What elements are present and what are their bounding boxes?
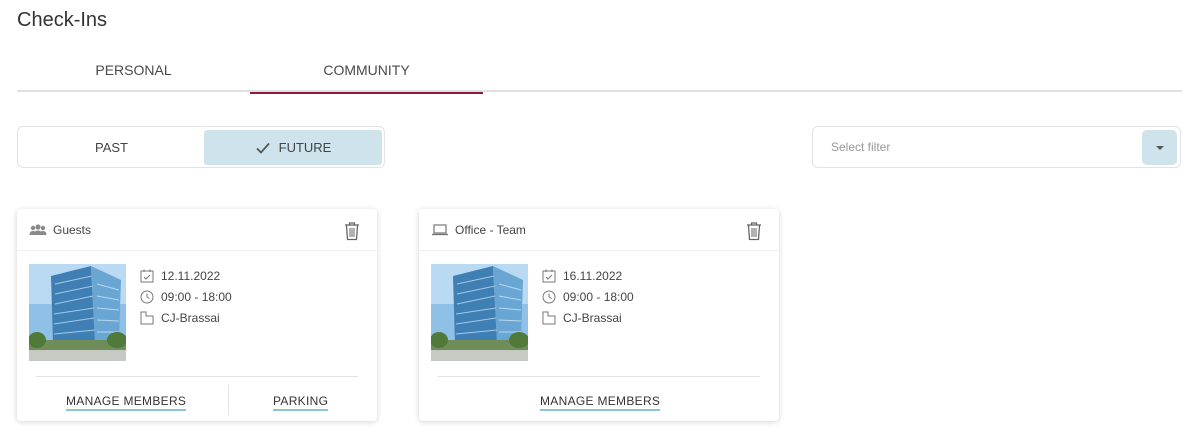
- filter-placeholder: Select filter: [831, 140, 891, 154]
- clock-icon: [542, 290, 556, 303]
- card-title: Office - Team: [455, 223, 526, 237]
- tab-personal[interactable]: PERSONAL: [17, 52, 250, 92]
- date-text: 16.11.2022: [563, 268, 623, 283]
- check-icon: [256, 142, 270, 154]
- calendar-check-icon: [140, 269, 154, 282]
- building-image: [431, 264, 528, 361]
- card-divider: [438, 376, 760, 377]
- caret-down-icon: [1155, 145, 1164, 150]
- time-toggle: PAST FUTURE: [17, 126, 385, 168]
- location-row: CJ-Brassai: [542, 307, 634, 328]
- card-divider: [36, 376, 358, 377]
- future-label: FUTURE: [278, 140, 332, 155]
- group-icon: [29, 224, 47, 235]
- parking-button[interactable]: PARKING: [273, 394, 329, 411]
- future-button[interactable]: FUTURE: [204, 130, 382, 165]
- tab-bar: PERSONAL COMMUNITY: [17, 52, 1182, 94]
- manage-members-button[interactable]: MANAGE MEMBERS: [66, 394, 187, 411]
- time-text: 09:00 - 18:00: [563, 289, 634, 304]
- time-row: 09:00 - 18:00: [140, 286, 232, 307]
- past-label: PAST: [95, 140, 128, 155]
- page-title: Check-Ins: [17, 9, 108, 31]
- card-details: 12.11.2022 09:00 - 18:00 CJ-Brassai: [140, 265, 232, 328]
- action-divider: [228, 385, 229, 415]
- tab-community[interactable]: COMMUNITY: [250, 52, 483, 94]
- checkin-card: Guests 12.11.2022 09:00 - 18:00 CJ-Brass…: [17, 209, 377, 421]
- past-button[interactable]: PAST: [21, 130, 202, 165]
- card-details: 16.11.2022 09:00 - 18:00 CJ-Brassai: [542, 265, 634, 328]
- date-text: 12.11.2022: [161, 268, 221, 283]
- floor-plan-icon: [542, 311, 556, 324]
- clock-icon: [140, 290, 154, 303]
- date-row: 12.11.2022: [140, 265, 232, 286]
- card-header: Office - Team: [419, 209, 779, 251]
- time-text: 09:00 - 18:00: [161, 289, 232, 304]
- card-header: Guests: [17, 209, 377, 251]
- location-text: CJ-Brassai: [161, 310, 220, 325]
- checkin-card: Office - Team 16.11.2022 09:00 - 18:00 C…: [419, 209, 779, 421]
- date-row: 16.11.2022: [542, 265, 634, 286]
- card-title: Guests: [53, 223, 92, 237]
- filter-dropdown-button[interactable]: [1142, 130, 1177, 165]
- trash-icon[interactable]: [746, 221, 762, 241]
- filter-select[interactable]: Select filter: [812, 126, 1181, 168]
- time-row: 09:00 - 18:00: [542, 286, 634, 307]
- manage-members-button[interactable]: MANAGE MEMBERS: [540, 394, 661, 411]
- trash-icon[interactable]: [344, 221, 360, 241]
- location-text: CJ-Brassai: [563, 310, 622, 325]
- calendar-check-icon: [542, 269, 556, 282]
- laptop-icon: [432, 224, 448, 236]
- building-image: [29, 264, 126, 361]
- location-row: CJ-Brassai: [140, 307, 232, 328]
- floor-plan-icon: [140, 311, 154, 324]
